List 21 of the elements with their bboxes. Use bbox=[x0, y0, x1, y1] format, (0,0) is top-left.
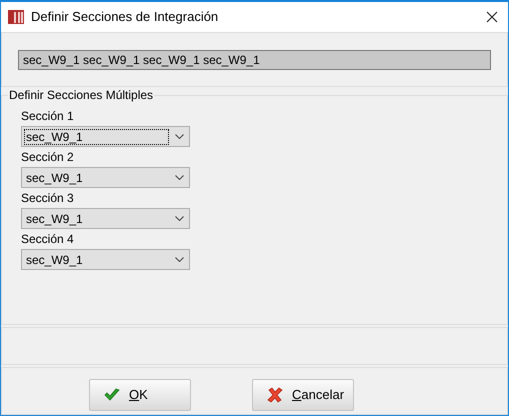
chevron-down-icon bbox=[175, 216, 184, 221]
window-title: Definir Secciones de Integración bbox=[31, 8, 218, 26]
section-dropdown[interactable]: sec_W9_1 bbox=[21, 126, 190, 147]
ok-button[interactable]: OK bbox=[89, 379, 191, 411]
section-label: Sección 1 bbox=[21, 108, 75, 124]
app-icon bbox=[8, 10, 24, 24]
chevron-down-icon bbox=[175, 134, 184, 139]
check-icon bbox=[104, 388, 120, 402]
section-dropdown[interactable]: sec_W9_1 bbox=[21, 208, 190, 229]
section-dropdown[interactable]: sec_W9_1 bbox=[21, 249, 190, 270]
close-icon[interactable] bbox=[486, 11, 498, 23]
chevron-down-icon bbox=[175, 175, 184, 180]
chevron-down-icon bbox=[175, 257, 184, 262]
group-title: Definir Secciones Múltiples bbox=[8, 87, 154, 103]
section-label: Sección 2 bbox=[21, 149, 75, 165]
summary-field: sec_W9_1 sec_W9_1 sec_W9_1 sec_W9_1 bbox=[18, 50, 491, 70]
section-label: Sección 3 bbox=[21, 190, 75, 206]
cross-icon bbox=[267, 387, 283, 403]
cancel-button[interactable]: Cancelar bbox=[252, 379, 354, 411]
section-dropdown[interactable]: sec_W9_1 bbox=[21, 167, 190, 188]
section-label: Sección 4 bbox=[21, 231, 75, 247]
